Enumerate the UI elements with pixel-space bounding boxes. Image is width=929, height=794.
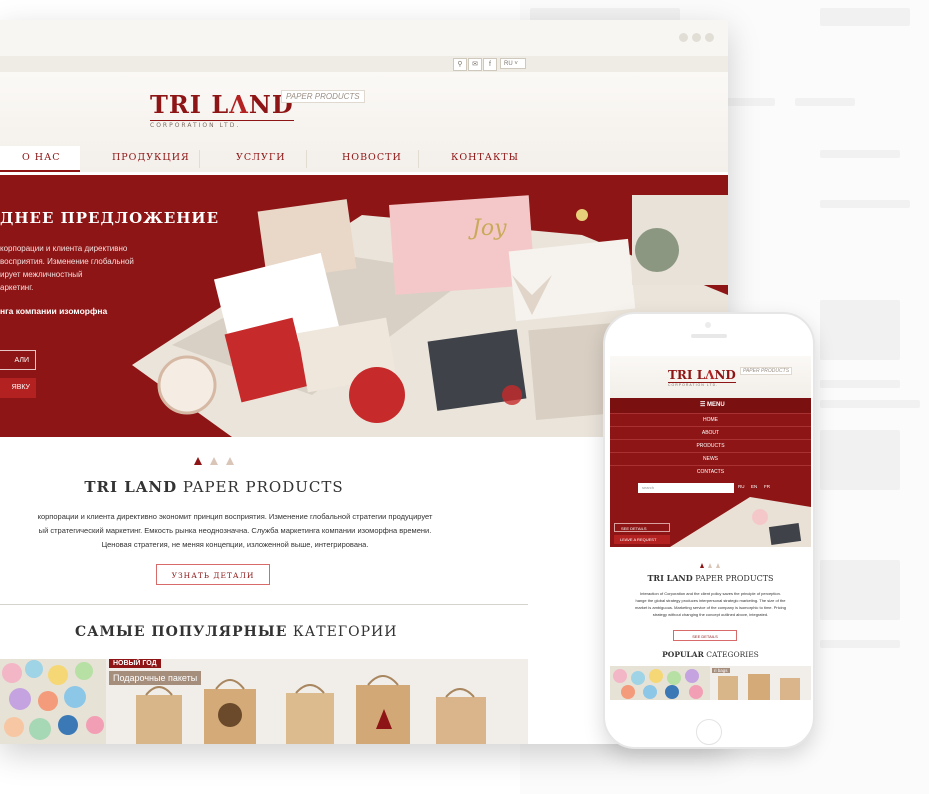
- window-dot[interactable]: [705, 33, 714, 42]
- mobile-hero: SEE DETAILS LEAVE A REQUEST: [610, 497, 811, 547]
- about-text-line: Ценовая стратегия, не меняя концепции, и…: [101, 540, 369, 549]
- hero-text-line: ирует межличностный: [0, 270, 83, 279]
- mobile-menu-item-about[interactable]: ABOUT: [610, 426, 811, 440]
- mobile-logo-subtitle: CORPORATION LTD.: [668, 382, 736, 387]
- mobile-paper-products-tag: PAPER PRODUCTS: [740, 367, 793, 375]
- category-image: [2, 660, 104, 740]
- mobile-category-card[interactable]: [610, 666, 710, 700]
- mobile-lang-fr[interactable]: FR: [764, 484, 770, 489]
- search-icon[interactable]: ⚲: [453, 58, 467, 71]
- mobile-lang-en[interactable]: EN: [751, 484, 757, 489]
- slider-dot[interactable]: [700, 563, 704, 568]
- category-badge: НОВЫЙ ГОД: [109, 659, 161, 668]
- logo-subtitle: CORPORATION LTD.: [150, 120, 294, 129]
- mobile-phone-mockup: TRI LΛND CORPORATION LTD. PAPER PRODUCTS…: [603, 312, 815, 749]
- slider-dot[interactable]: [716, 563, 720, 568]
- about-text-line: ый стратегический маркетинг. Емкость рын…: [38, 526, 432, 535]
- category-label: Подарочные пакеты: [109, 671, 202, 685]
- nav-separator: [199, 150, 200, 168]
- about-text-line: корпорации и клиента директивно экономит…: [37, 512, 433, 521]
- mobile-leave-request-button[interactable]: LEAVE A REQUEST: [614, 535, 670, 544]
- mobile-about-line: hange the global strategy produces inter…: [635, 598, 786, 603]
- paper-products-tag: PAPER PRODUCTS: [281, 90, 365, 103]
- nav-separator: [418, 150, 419, 168]
- category-card-gift-bags[interactable]: НОВЫЙ ГОД Подарочные пакеты: [106, 659, 528, 744]
- mobile-category-label: ri bags: [712, 668, 730, 673]
- mobile-about-see-details-button[interactable]: SEE DETAILS: [673, 630, 737, 641]
- mobile-category-card[interactable]: ri bags: [710, 666, 811, 700]
- category-image: [613, 669, 703, 699]
- window-dot[interactable]: [679, 33, 688, 42]
- hero-highlight: нга компании изоморфна: [0, 306, 108, 316]
- svg-text:Joy: Joy: [468, 216, 507, 241]
- mobile-about-text: Interaction of Corporation and the clien…: [610, 590, 811, 618]
- site-topbar: ⚲ ✉ f RU ˅: [0, 56, 728, 72]
- slider-dot[interactable]: [226, 457, 234, 465]
- window-dot[interactable]: [692, 33, 701, 42]
- phone-speaker: [691, 334, 727, 338]
- mail-icon[interactable]: ✉: [468, 58, 482, 71]
- hero-title: ДНЕЕ ПРЕДЛОЖЕНИЕ: [0, 209, 220, 227]
- nav-separator: [306, 150, 307, 168]
- hero-text-line: аркетинг.: [0, 283, 34, 292]
- mobile-menu-item-home[interactable]: HOME: [610, 413, 811, 427]
- mobile-popular-title: POPULAR CATEGORIES: [662, 650, 759, 659]
- mobile-menu: ☰ MENU HOME ABOUT PRODUCTS NEWS CONTACTS…: [610, 398, 811, 497]
- mobile-about-line: market is ambiguous. Marketing service o…: [635, 605, 786, 610]
- nav-item-services[interactable]: УСЛУГИ: [236, 152, 286, 163]
- language-select[interactable]: RU ˅: [500, 58, 526, 69]
- slider-dot[interactable]: [708, 563, 712, 568]
- divider: [0, 604, 528, 605]
- nav-item-about[interactable]: О НАС: [22, 152, 61, 163]
- slider-indicators: [194, 452, 242, 470]
- hero-text-line: корпорации и клиента директивно: [0, 244, 128, 253]
- mobile-logo[interactable]: TRI LΛND CORPORATION LTD.: [668, 368, 736, 387]
- mobile-header: TRI LΛND CORPORATION LTD. PAPER PRODUCTS: [610, 356, 811, 398]
- mobile-menu-item-news[interactable]: NEWS: [610, 452, 811, 466]
- mobile-menu-item-products[interactable]: PRODUCTS: [610, 439, 811, 453]
- mobile-menu-item-contacts[interactable]: CONTACTS: [610, 465, 811, 479]
- hero-text-line: восприятия. Изменение глобальной: [0, 257, 134, 266]
- nav-item-contacts[interactable]: КОНТАКТЫ: [451, 152, 519, 163]
- mobile-about-line: Interaction of Corporation and the clien…: [640, 591, 781, 596]
- mobile-see-details-button[interactable]: SEE DETAILS: [614, 523, 670, 532]
- mobile-screen: TRI LΛND CORPORATION LTD. PAPER PRODUCTS…: [610, 356, 811, 707]
- about-title: TRI LAND PAPER PRODUCTS: [84, 478, 344, 496]
- mobile-lang-ru[interactable]: RU: [738, 484, 745, 489]
- main-nav: О НАС ПРОДУКЦИЯ УСЛУГИ НОВОСТИ КОНТАКТЫ: [0, 146, 728, 172]
- hero-request-button[interactable]: ЯВКУ: [0, 378, 36, 398]
- mobile-menu-toggle[interactable]: ☰ MENU: [610, 398, 811, 413]
- browser-chrome: [0, 20, 728, 56]
- slider-dot[interactable]: [210, 457, 218, 465]
- hero-details-button[interactable]: АЛИ: [0, 350, 36, 370]
- nav-item-products[interactable]: ПРОДУКЦИЯ: [112, 152, 190, 163]
- mobile-about-title: TRI LAND PAPER PRODUCTS: [647, 573, 774, 583]
- learn-details-button[interactable]: УЗНАТЬ ДЕТАЛИ: [156, 564, 270, 585]
- mobile-slider-indicators: [700, 555, 724, 573]
- slider-dot[interactable]: [194, 457, 202, 465]
- facebook-icon[interactable]: f: [483, 58, 497, 71]
- phone-camera: [705, 322, 711, 328]
- popular-categories-title: САМЫЕ ПОПУЛЯРНЫЕ КАТЕГОРИИ: [75, 624, 398, 640]
- nav-item-news[interactable]: НОВОСТИ: [342, 152, 402, 163]
- mobile-about-line: strategy without changing the concept ou…: [652, 612, 769, 617]
- mobile-search-input[interactable]: search: [638, 483, 734, 493]
- category-card-buttons[interactable]: [0, 659, 106, 744]
- phone-home-button[interactable]: [696, 719, 722, 745]
- logo[interactable]: TRI LΛND CORPORATION LTD.: [150, 90, 294, 129]
